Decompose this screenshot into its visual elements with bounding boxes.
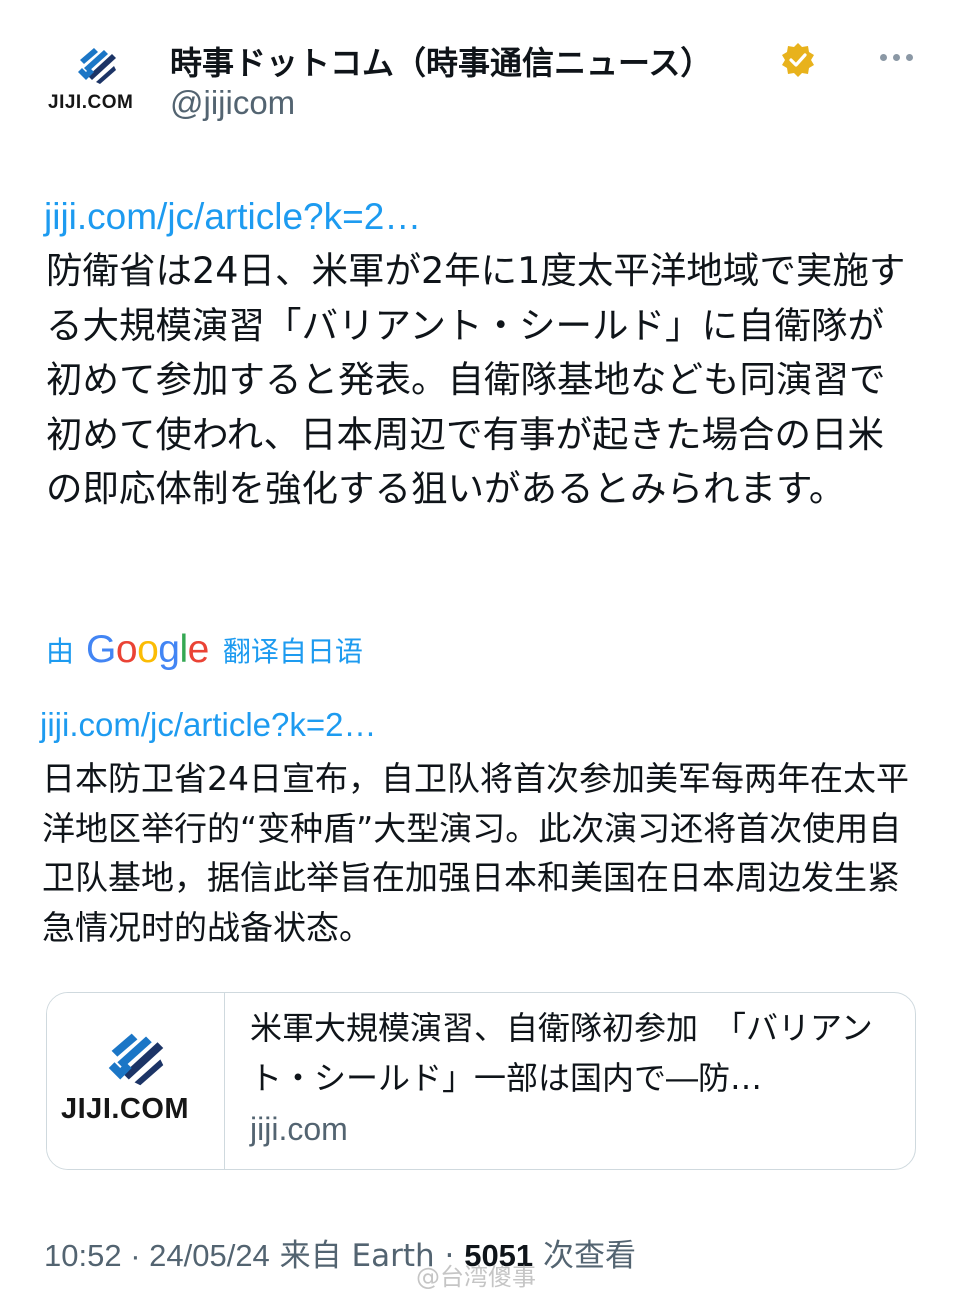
avatar-label: JIJI.COM [48, 92, 134, 113]
avatar[interactable]: JIJI.COM [40, 38, 156, 122]
card-title: 米軍大規模演習、自衛隊初参加 「バリアント・シールド」一部は国内で―防… [250, 1009, 873, 1097]
translation-attribution[interactable]: 由 Google 翻译自日语 [46, 628, 363, 672]
link-preview-card[interactable]: JIJI.COM 米軍大規模演習、自衛隊初参加 「バリアント・シールド」一部は国… [46, 992, 916, 1170]
card-thumbnail-label: JIJI.COM [61, 1093, 190, 1125]
card-domain: jiji.com [250, 1111, 348, 1147]
view-count-label: 次查看 [533, 1238, 637, 1274]
jiji-logo-icon [78, 48, 116, 84]
card-thumbnail: JIJI.COM [47, 993, 225, 1169]
tweet-timestamp[interactable]: 10:52 · 24/05/24 [44, 1238, 270, 1273]
jiji-logo-icon [108, 1033, 164, 1086]
verified-badge-icon[interactable] [780, 42, 816, 78]
translate-from-label: 翻译自日语 [222, 635, 363, 668]
tweet-text: 防衛省は24日、米軍が2年に1度太平洋地域で実施する大規模演習「バリアント・シー… [46, 249, 906, 510]
article-link[interactable]: jiji.com/jc/article?k=2… [44, 196, 421, 238]
tweet-meta: 10:52 · 24/05/24 来自 Earth · 5051 次查看 [44, 1230, 636, 1275]
translated-article-link[interactable]: jiji.com/jc/article?k=2… [40, 706, 377, 744]
watermark: @台湾傻事 [416, 1263, 536, 1291]
author-handle[interactable]: @jijicom [170, 84, 295, 122]
google-logo: Google [86, 628, 209, 671]
more-options-icon[interactable] [876, 44, 916, 72]
translated-tweet-text: 日本防卫省24日宣布，自卫队将首次参加美军每两年在太平洋地区举行的“变种盾”大型… [42, 759, 909, 947]
translate-by-label: 由 [46, 635, 75, 668]
author-name[interactable]: 時事ドットコム（時事通信ニュース） [170, 38, 712, 84]
